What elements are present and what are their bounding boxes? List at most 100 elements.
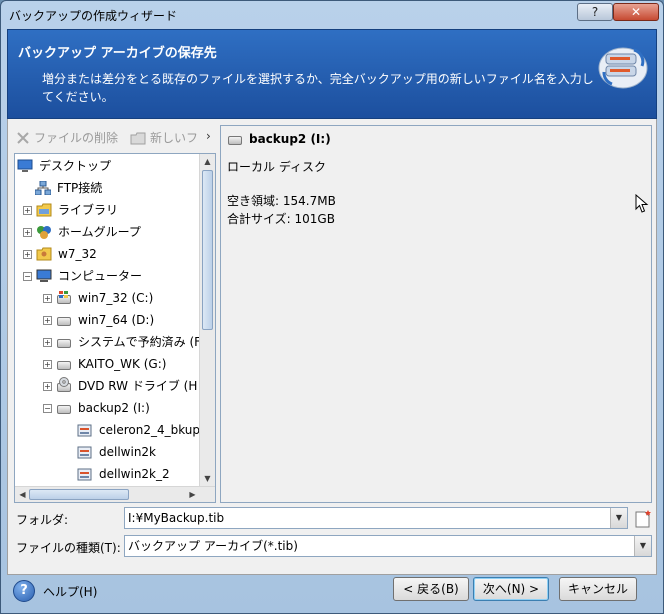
wizard-footer: ? ヘルプ(H) < 戻る(B) 次へ(N) > キャンセル xyxy=(1,575,663,613)
new-folder-icon xyxy=(130,132,146,144)
title-bar: バックアップの作成ウィザード ? ✕ xyxy=(1,1,663,29)
mouse-pointer-icon xyxy=(635,194,649,213)
tree-item[interactable]: + DVD RW ドライブ (H xyxy=(43,376,197,396)
computer-icon xyxy=(36,269,52,283)
tree-items: デスクトップ FTP接続 + ライブラリ + ホームグループ + w7_32 −… xyxy=(15,154,201,486)
tree-item[interactable]: + ライブラリ xyxy=(23,200,118,220)
drive-icon xyxy=(56,357,72,371)
tree-item[interactable]: + win7_64 (D:) xyxy=(43,310,154,330)
folder-input[interactable]: I:¥MyBackup.tib ▼ xyxy=(124,507,628,529)
scroll-left-icon[interactable]: ◀ xyxy=(15,487,30,502)
tree-item-label: celeron2_4_bkup xyxy=(99,423,201,437)
wizard-window: バックアップの作成ウィザード ? ✕ バックアップ アーカイブの保存先 増分また… xyxy=(0,0,664,614)
archive-icon xyxy=(77,445,93,459)
tree-item-label: dellwin2k xyxy=(99,445,157,459)
toolbar-overflow-icon[interactable]: › xyxy=(206,129,211,143)
detail-title: backup2 (I:) xyxy=(227,132,331,146)
archive-icon xyxy=(77,467,93,481)
wizard-header: バックアップ アーカイブの保存先 増分または差分をとる既存のファイルを選択するか… xyxy=(7,29,657,119)
window-title: バックアップの作成ウィザード xyxy=(9,9,178,23)
desktop-icon xyxy=(17,159,33,173)
expand-icon[interactable]: + xyxy=(43,315,52,325)
tree-item[interactable]: FTP接続 xyxy=(34,178,103,198)
chevron-down-icon[interactable]: ▼ xyxy=(610,508,627,528)
help-icon[interactable]: ? xyxy=(13,580,35,602)
windows-drive-icon xyxy=(56,291,72,305)
tree-item-label: FTP接続 xyxy=(57,181,103,195)
user-folder-icon xyxy=(36,247,52,261)
expand-icon[interactable]: + xyxy=(23,227,32,237)
tree-item[interactable]: + KAITO_WK (G:) xyxy=(43,354,166,374)
backup-logo-icon xyxy=(598,47,648,89)
expand-icon[interactable]: + xyxy=(23,249,32,259)
drive-icon xyxy=(56,335,72,349)
folder-input-value: I:¥MyBackup.tib xyxy=(128,511,225,525)
tree-item[interactable]: + w7_32 xyxy=(23,244,97,264)
network-icon xyxy=(34,180,52,196)
chevron-down-icon[interactable]: ▼ xyxy=(634,536,651,556)
tree-item[interactable]: celeron2_4_bkup xyxy=(77,420,200,440)
tree-item-label: dellwin2k_2 xyxy=(99,467,170,481)
scroll-down-icon[interactable]: ▼ xyxy=(200,471,215,486)
tree-item-label: ライブラリ xyxy=(58,203,119,217)
expand-icon[interactable]: + xyxy=(43,293,52,303)
tree-item-label: システムで予約済み (F xyxy=(78,335,201,349)
filetype-select-value: バックアップ アーカイブ(*.tib) xyxy=(128,539,298,553)
page-description: 増分または差分をとる既存のファイルを選択するか、完全バックアップ用の新しいファイ… xyxy=(42,72,594,104)
tree-item-label: win7_64 (D:) xyxy=(78,313,155,327)
tree-item-label: win7_32 (C:) xyxy=(78,291,154,305)
delete-icon xyxy=(17,131,29,144)
drive-icon xyxy=(56,401,72,415)
tree-vertical-scrollbar[interactable]: ▲ ▼ xyxy=(199,154,215,486)
tree-item[interactable]: + ホームグループ xyxy=(23,222,141,242)
homegroup-icon xyxy=(36,225,52,239)
cancel-button[interactable]: キャンセル xyxy=(559,577,637,601)
close-button[interactable]: ✕ xyxy=(613,3,659,21)
tree-item[interactable]: − コンピューター xyxy=(23,266,142,286)
tree-horizontal-scrollbar[interactable]: ◀ ▶ xyxy=(15,486,215,502)
tree-item[interactable]: dellwin2k xyxy=(77,442,156,462)
tree-item-label: デスクトップ xyxy=(39,159,112,173)
archive-icon xyxy=(77,423,93,437)
page-title: バックアップ アーカイブの保存先 xyxy=(18,46,217,61)
tree-item[interactable]: デスクトップ xyxy=(17,156,111,176)
expand-icon[interactable]: + xyxy=(43,359,52,369)
folder-tree[interactable]: デスクトップ FTP接続 + ライブラリ + ホームグループ + w7_32 −… xyxy=(14,153,216,503)
expand-icon[interactable]: + xyxy=(43,337,52,347)
delete-file-label: ファイルの削除 xyxy=(34,131,119,145)
help-link[interactable]: ヘルプ(H) xyxy=(43,583,97,600)
detail-total-size: 合計サイズ: 101GB xyxy=(227,212,335,226)
help-title-button[interactable]: ? xyxy=(577,3,613,21)
tree-vertical-scroll-thumb[interactable] xyxy=(202,170,213,330)
scroll-right-icon[interactable]: ▶ xyxy=(185,487,200,502)
drive-icon xyxy=(56,313,72,327)
tree-item[interactable]: dellwin2k_2 xyxy=(77,464,170,484)
expand-icon[interactable]: + xyxy=(43,381,52,391)
tree-item-label: w7_32 xyxy=(58,247,97,261)
delete-file-button[interactable]: ファイルの削除 xyxy=(16,129,118,146)
filetype-label: ファイルの種類(T): xyxy=(16,541,121,555)
tree-item-label: DVD RW ドライブ (H xyxy=(78,379,198,393)
detail-drive-name: backup2 (I:) xyxy=(249,132,331,146)
tree-item[interactable]: + win7_32 (C:) xyxy=(43,288,153,308)
collapse-icon[interactable]: − xyxy=(43,403,52,413)
detail-free-space: 空き領域: 154.7MB xyxy=(227,194,336,208)
folder-label: フォルダ: xyxy=(16,513,69,527)
tree-item-label: ホームグループ xyxy=(58,225,141,239)
filetype-select[interactable]: バックアップ アーカイブ(*.tib) ▼ xyxy=(124,535,652,557)
expand-icon[interactable]: + xyxy=(23,205,32,215)
create-folder-button[interactable] xyxy=(634,509,652,529)
back-button[interactable]: < 戻る(B) xyxy=(393,577,469,601)
tree-item[interactable]: + システムで予約済み (F xyxy=(43,332,201,352)
tree-item-label: コンピューター xyxy=(58,269,143,283)
drive-details-panel: backup2 (I:) ローカル ディスク 空き領域: 154.7MB 合計サ… xyxy=(220,125,652,503)
tree-horizontal-scroll-thumb[interactable] xyxy=(29,489,129,500)
collapse-icon[interactable]: − xyxy=(23,271,32,281)
tree-item-label: KAITO_WK (G:) xyxy=(78,357,167,371)
next-button[interactable]: 次へ(N) > xyxy=(473,577,549,601)
scroll-up-icon[interactable]: ▲ xyxy=(200,154,215,169)
tree-item[interactable]: − backup2 (I:) xyxy=(43,398,150,418)
new-folder-toolbar-button[interactable]: 新しいフ xyxy=(130,129,198,146)
tree-item-label: backup2 (I:) xyxy=(78,401,150,415)
new-folder-label: 新しいフ xyxy=(150,131,199,145)
